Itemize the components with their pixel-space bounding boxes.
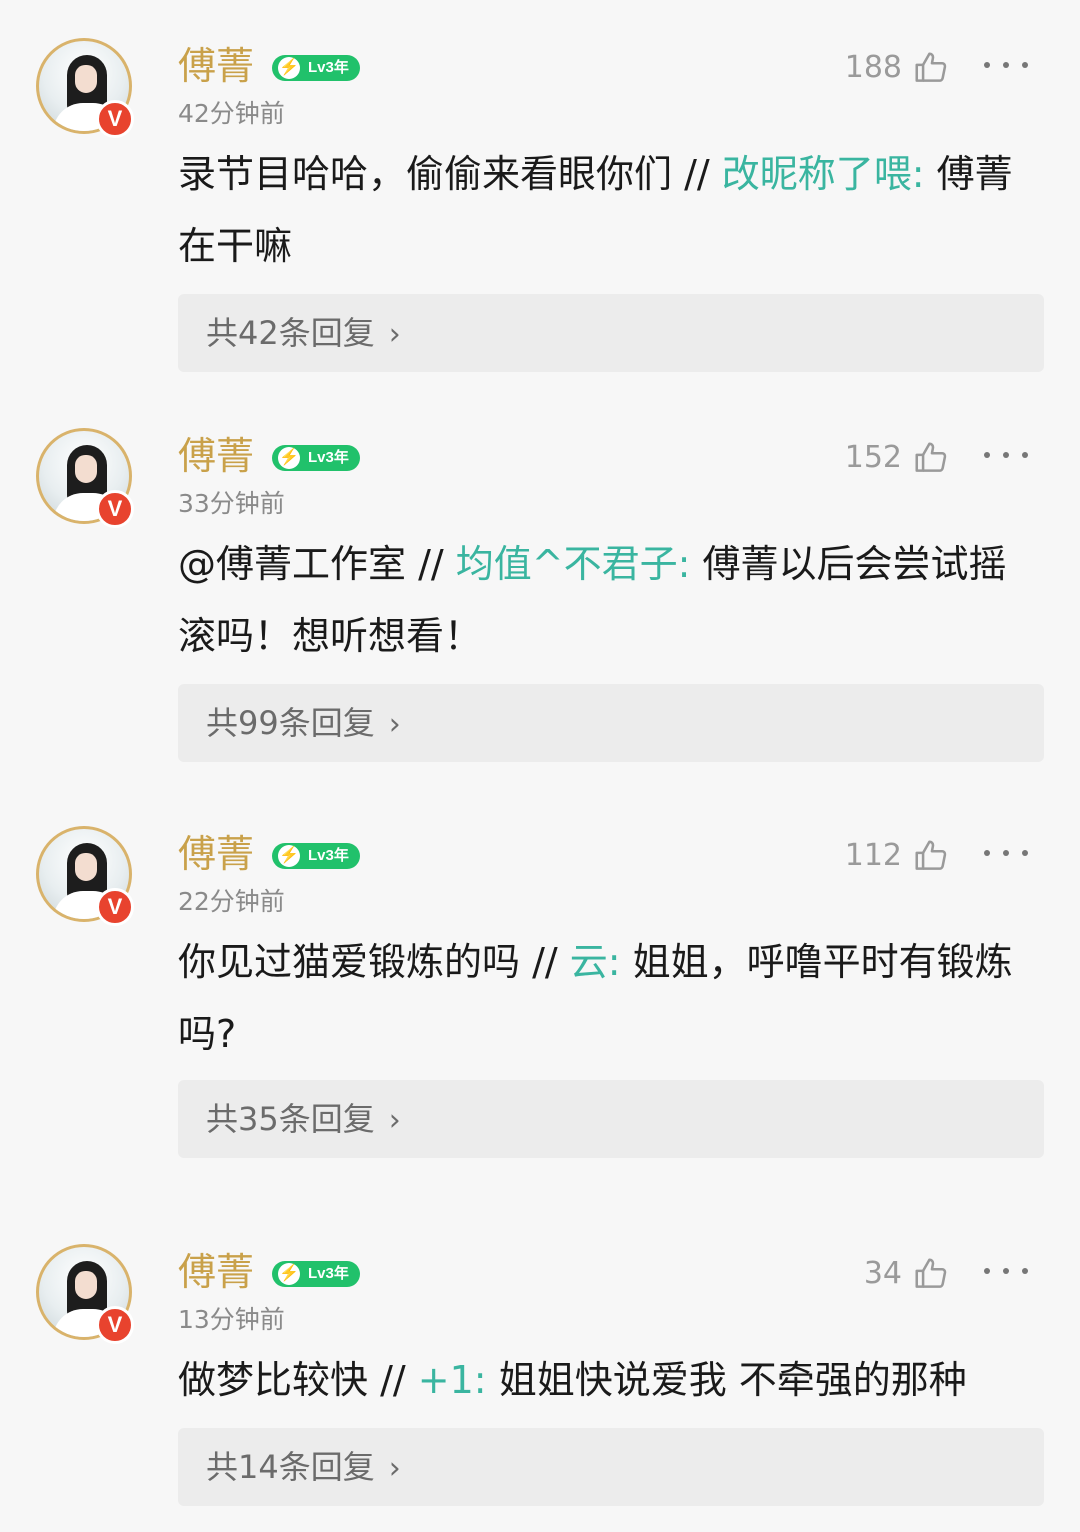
chevron-right-icon: › (388, 707, 401, 742)
thumbs-up-icon (915, 1258, 947, 1288)
lightning-icon: ⚡ (278, 1263, 300, 1285)
replies-count-label: 共42条回复 (206, 314, 375, 352)
verified-badge-icon: V (96, 1306, 134, 1344)
quoted-text: 姐姐快说爱我 不牵强的那种 (486, 1358, 967, 1402)
like-count: 188 (844, 50, 902, 85)
level-label: Lv3年 (308, 847, 349, 864)
comment-text: 录节目哈哈，偷偷来看眼你们 // 改昵称了喂: 傅菁在干嘛 (178, 138, 1028, 282)
level-label: Lv3年 (308, 449, 349, 466)
separator: // (520, 940, 570, 984)
level-label: Lv3年 (308, 1265, 349, 1282)
chevron-right-icon: › (388, 1451, 401, 1486)
replies-count-label: 共99条回复 (206, 704, 375, 742)
username[interactable]: 傅菁 (178, 42, 254, 90)
replies-count-label: 共14条回复 (206, 1448, 375, 1486)
timestamp: 22分钟前 (178, 887, 285, 916)
verified-badge-icon: V (96, 100, 134, 138)
like-button[interactable]: 112 (845, 836, 950, 876)
reply-text: @傅菁工作室 (178, 542, 407, 586)
replies-link[interactable]: 共42条回复 › (178, 294, 1044, 372)
more-dots-icon[interactable] (984, 1256, 1028, 1286)
comment-text: 做梦比较快 // +1: 姐姐快说爱我 不牵强的那种 (178, 1344, 1028, 1416)
username[interactable]: 傅菁 (178, 1248, 254, 1296)
avatar-face (75, 455, 97, 483)
like-count: 152 (844, 440, 902, 475)
lightning-icon: ⚡ (278, 845, 300, 867)
thumbs-up-icon (915, 840, 947, 870)
replies-label-wrap: 共42条回复 › (206, 294, 401, 374)
replies-count-label: 共35条回复 (206, 1100, 375, 1138)
replies-link[interactable]: 共14条回复 › (178, 1428, 1044, 1506)
reply-text: 你见过猫爱锻炼的吗 (178, 940, 521, 984)
replies-link[interactable]: 共99条回复 › (178, 684, 1044, 762)
chevron-right-icon: › (388, 317, 401, 352)
replies-label-wrap: 共35条回复 › (206, 1080, 401, 1160)
like-button[interactable]: 188 (845, 48, 950, 88)
like-count: 112 (844, 838, 902, 873)
replies-label-wrap: 共99条回复 › (206, 684, 401, 764)
quoted-user-link[interactable]: +1: (418, 1358, 487, 1402)
level-badge: ⚡ Lv3年 (272, 55, 360, 81)
more-dots-icon[interactable] (984, 838, 1028, 868)
verified-badge-icon: V (96, 888, 134, 926)
comment-text: @傅菁工作室 // 均值^不君子: 傅菁以后会尝试摇滚吗！想听想看！ (178, 528, 1028, 672)
separator: // (672, 152, 722, 196)
level-badge: ⚡ Lv3年 (272, 1261, 360, 1287)
level-label: Lv3年 (308, 59, 349, 76)
thumbs-up-icon (915, 52, 947, 82)
replies-link[interactable]: 共35条回复 › (178, 1080, 1044, 1158)
avatar-face (75, 853, 97, 881)
level-badge: ⚡ Lv3年 (272, 843, 360, 869)
like-count: 34 (863, 1256, 902, 1291)
comment-text: 你见过猫爱锻炼的吗 // 云: 姐姐，呼噜平时有锻炼吗? (178, 926, 1028, 1070)
like-button[interactable]: 152 (845, 438, 950, 478)
separator: // (368, 1358, 418, 1402)
verified-badge-icon: V (96, 490, 134, 528)
quoted-user-link[interactable]: 云: (570, 940, 621, 984)
replies-label-wrap: 共14条回复 › (206, 1428, 401, 1508)
quoted-user-link[interactable]: 改昵称了喂: (722, 152, 925, 196)
timestamp: 33分钟前 (178, 489, 285, 518)
reply-text: 录节目哈哈，偷偷来看眼你们 (178, 152, 673, 196)
like-button[interactable]: 34 (864, 1254, 950, 1294)
more-dots-icon[interactable] (984, 440, 1028, 470)
username[interactable]: 傅菁 (178, 432, 254, 480)
more-dots-icon[interactable] (984, 50, 1028, 80)
reply-text: 做梦比较快 (178, 1358, 369, 1402)
avatar-face (75, 65, 97, 93)
thumbs-up-icon (915, 442, 947, 472)
avatar-face (75, 1271, 97, 1299)
username[interactable]: 傅菁 (178, 830, 254, 878)
chevron-right-icon: › (388, 1103, 401, 1138)
separator: // (406, 542, 456, 586)
lightning-icon: ⚡ (278, 57, 300, 79)
timestamp: 13分钟前 (178, 1305, 285, 1334)
quoted-user-link[interactable]: 均值^不君子: (456, 542, 691, 586)
timestamp: 42分钟前 (178, 99, 285, 128)
level-badge: ⚡ Lv3年 (272, 445, 360, 471)
lightning-icon: ⚡ (278, 447, 300, 469)
